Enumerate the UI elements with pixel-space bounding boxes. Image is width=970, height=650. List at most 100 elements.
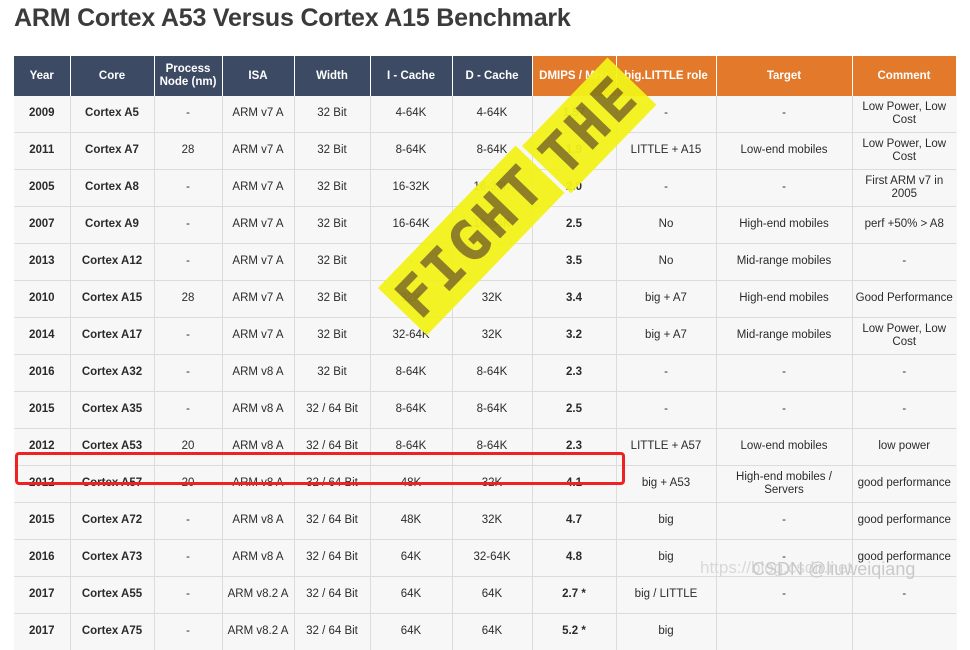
cell-isa: ARM v7 A [222, 207, 294, 244]
cell-target: - [716, 503, 852, 540]
table-header-row: Year Core Process Node (nm) ISA Width I … [14, 56, 956, 96]
table-row: 2011Cortex A728ARM v7 A32 Bit8-64K8-64K1… [14, 133, 956, 170]
cell-year: 2017 [14, 577, 70, 614]
cell-proc: - [154, 392, 222, 429]
cell-isa: ARM v8.2 A [222, 614, 294, 650]
column-header-biglittle-role: big.LITTLE role [616, 56, 716, 96]
cell-icache: 48K [370, 503, 452, 540]
cell-target: - [716, 540, 852, 577]
cell-role: - [616, 392, 716, 429]
cell-proc: 28 [154, 133, 222, 170]
cell-dmips: 4.7 [532, 503, 616, 540]
cell-year: 2011 [14, 133, 70, 170]
cell-year: 2016 [14, 540, 70, 577]
cell-dcache: 64K [452, 614, 532, 650]
column-header-core: Core [70, 56, 154, 96]
cell-role: big [616, 540, 716, 577]
cell-width: 32 Bit [294, 170, 370, 207]
cell-icache: 16-64K [370, 207, 452, 244]
cell-role: big [616, 503, 716, 540]
cell-comment: good performance [852, 540, 956, 577]
cell-dmips: 2.5 [532, 207, 616, 244]
cell-dcache: 32K [452, 466, 532, 503]
cell-dcache: 32K [452, 318, 532, 355]
cell-dmips: 1.9 [532, 133, 616, 170]
cell-target: Low-end mobiles [716, 429, 852, 466]
cell-year: 2015 [14, 503, 70, 540]
cell-comment: Low Power, Low Cost [852, 318, 956, 355]
cell-width: 32 Bit [294, 207, 370, 244]
table-row: 2017Cortex A55-ARM v8.2 A32 / 64 Bit64K6… [14, 577, 956, 614]
cell-comment: - [852, 577, 956, 614]
cell-role: big + A7 [616, 318, 716, 355]
cell-core: Cortex A5 [70, 96, 154, 133]
cell-proc: - [154, 170, 222, 207]
table-row: 2012Cortex A5320ARM v8 A32 / 64 Bit8-64K… [14, 429, 956, 466]
cell-icache: 32-64K [370, 318, 452, 355]
cell-role: LITTLE + A15 [616, 133, 716, 170]
cell-target: High-end mobiles / Servers [716, 466, 852, 503]
cell-target: Mid-range mobiles [716, 244, 852, 281]
cell-proc: - [154, 540, 222, 577]
cell-core: Cortex A55 [70, 577, 154, 614]
cell-dcache: 16-64K [452, 207, 532, 244]
cell-width: 32 Bit [294, 96, 370, 133]
cell-comment: Good Performance [852, 281, 956, 318]
cell-isa: ARM v8.2 A [222, 577, 294, 614]
cell-width: 32 / 64 Bit [294, 466, 370, 503]
cell-icache: 4-64K [370, 96, 452, 133]
cell-role: No [616, 207, 716, 244]
column-header-isa: ISA [222, 56, 294, 96]
cell-core: Cortex A32 [70, 355, 154, 392]
cell-role: - [616, 170, 716, 207]
cell-comment: perf +50% > A8 [852, 207, 956, 244]
cell-dcache: 16-32K [452, 170, 532, 207]
cell-role: big [616, 614, 716, 650]
cell-isa: ARM v8 A [222, 392, 294, 429]
cell-icache: 8-64K [370, 392, 452, 429]
cell-target: High-end mobiles [716, 281, 852, 318]
cell-dmips: 2.7 * [532, 577, 616, 614]
cell-dmips: 2.5 [532, 392, 616, 429]
cell-isa: ARM v7 A [222, 170, 294, 207]
cell-icache: 64K [370, 577, 452, 614]
column-header-comment: Comment [852, 56, 956, 96]
cell-year: 2013 [14, 244, 70, 281]
table-row: 2005Cortex A8-ARM v7 A32 Bit16-32K16-32K… [14, 170, 956, 207]
cell-width: 32 Bit [294, 355, 370, 392]
cell-comment: - [852, 244, 956, 281]
cell-proc: - [154, 355, 222, 392]
table-row: 2013Cortex A12-ARM v7 A32 Bit-3.5NoMid-r… [14, 244, 956, 281]
cell-target: Low-end mobiles [716, 133, 852, 170]
cell-dmips: 3.2 [532, 318, 616, 355]
cell-dcache: 8-64K [452, 355, 532, 392]
cell-isa: ARM v7 A [222, 96, 294, 133]
cell-target: High-end mobiles [716, 207, 852, 244]
table-row: 2016Cortex A32-ARM v8 A32 Bit8-64K8-64K2… [14, 355, 956, 392]
cell-proc: 20 [154, 466, 222, 503]
cell-icache: 8-64K [370, 429, 452, 466]
cell-year: 2012 [14, 429, 70, 466]
cell-dcache: 8-64K [452, 133, 532, 170]
cell-role: LITTLE + A57 [616, 429, 716, 466]
cell-core: Cortex A35 [70, 392, 154, 429]
cell-core: Cortex A8 [70, 170, 154, 207]
column-header-icache: I - Cache [370, 56, 452, 96]
cell-width: 32 / 64 Bit [294, 577, 370, 614]
cell-width: 32 / 64 Bit [294, 392, 370, 429]
cell-role: - [616, 355, 716, 392]
cell-role: No [616, 244, 716, 281]
cell-comment: - [852, 355, 956, 392]
cell-core: Cortex A7 [70, 133, 154, 170]
table-row: 2015Cortex A72-ARM v8 A32 / 64 Bit48K32K… [14, 503, 956, 540]
cell-year: 2010 [14, 281, 70, 318]
cell-comment: good performance [852, 466, 956, 503]
cell-core: Cortex A17 [70, 318, 154, 355]
cell-comment: First ARM v7 in 2005 [852, 170, 956, 207]
cell-dcache: 32K [452, 281, 532, 318]
column-header-dmips: DMIPS / MHz [532, 56, 616, 96]
cell-dcache: 32K [452, 503, 532, 540]
cell-isa: ARM v8 A [222, 503, 294, 540]
cell-year: 2009 [14, 96, 70, 133]
cell-core: Cortex A72 [70, 503, 154, 540]
